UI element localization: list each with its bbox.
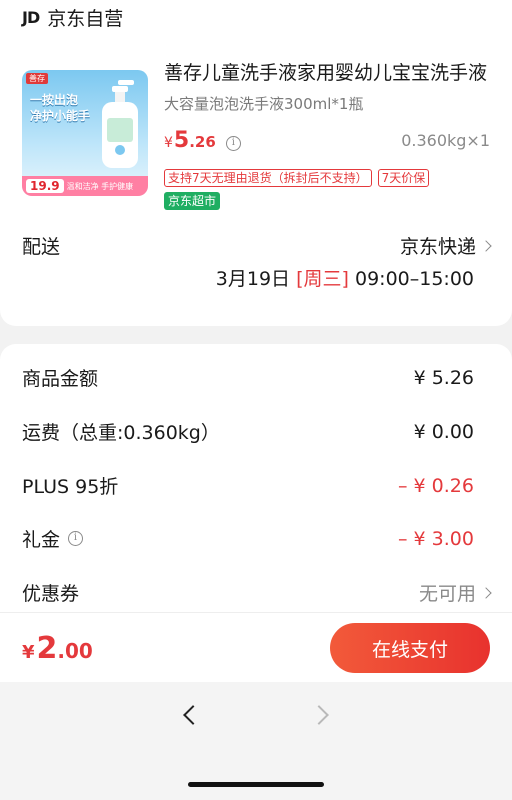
gift-money-label-wrap: 礼金 i: [22, 525, 84, 552]
info-icon[interactable]: i: [68, 531, 84, 546]
price-currency: ¥: [164, 135, 173, 151]
coupon-value-wrap: 无可用: [418, 579, 492, 606]
plus-discount-label: PLUS 95折: [22, 476, 119, 498]
coupon-label: 优惠券: [22, 583, 80, 605]
promo-price: 19.9: [26, 179, 64, 193]
chevron-right-icon: [480, 239, 492, 252]
gift-money-row: 礼金 i – ¥ 3.00: [22, 525, 474, 552]
goods-amount-value: ¥ 5.26: [413, 366, 474, 389]
shipping-method[interactable]: 京东快递: [399, 232, 492, 259]
product-title[interactable]: 善存儿童洗手液家用婴幼儿宝宝洗手液: [164, 58, 490, 85]
delivery-date: 3月19日: [215, 268, 291, 290]
freight-label: 运费（总重:0.360kg）: [22, 422, 220, 444]
freight-value: ¥ 0.00: [413, 420, 474, 443]
product-spec: 大容量泡泡洗手液300ml*1瓶: [164, 95, 364, 113]
back-arrow-icon[interactable]: [183, 705, 203, 725]
plus-discount-row: PLUS 95折 – ¥ 0.26: [22, 472, 474, 499]
bottle-illustration: [102, 80, 138, 168]
delivery-window: 09:00–15:00: [354, 268, 474, 290]
service-badges: 支持7天无理由退货（拆封后不支持） 7天价保: [164, 169, 430, 187]
total-amount: ¥ 2 .00: [22, 631, 93, 666]
payment-bar: ¥ 2 .00 在线支付: [0, 612, 512, 682]
pay-online-button[interactable]: 在线支付: [330, 623, 490, 673]
jd-supermarket-badge: 京东超市: [164, 192, 221, 210]
shop-name: 京东自营: [47, 7, 124, 30]
price-decimal: .26: [189, 133, 216, 151]
total-decimal: .00: [57, 639, 93, 663]
price-summary-card: 商品金额 ¥ 5.26 运费（总重:0.360kg） ¥ 0.00 PLUS 9…: [0, 344, 512, 624]
shipping-label: 配送: [22, 236, 61, 258]
gift-money-value: – ¥ 3.00: [398, 527, 474, 550]
gift-money-label: 礼金: [22, 529, 61, 551]
browser-toolbar: [0, 682, 512, 800]
delivery-weekday: [周三]: [296, 268, 349, 290]
goods-amount-row: 商品金额 ¥ 5.26: [22, 364, 474, 391]
info-icon[interactable]: i: [225, 136, 241, 151]
forward-arrow-icon[interactable]: [309, 705, 329, 725]
promo-slogan: 温和洁净 手护健康: [66, 181, 134, 191]
price-protect-badge: 7天价保: [377, 169, 430, 187]
return-policy-badge: 支持7天无理由退货（拆封后不支持）: [164, 169, 372, 187]
plus-discount-value: – ¥ 0.26: [398, 474, 474, 497]
coupon-value: 无可用: [418, 583, 476, 605]
product-image[interactable]: 善存 一按出泡 净护小能手 19.9 温和洁净 手护健康: [22, 70, 148, 196]
promo-bar: 19.9 温和洁净 手护健康: [22, 176, 148, 196]
order-product-card: JD 京东自营 善存 一按出泡 净护小能手 19.9 温和洁净 手护健康 善存儿…: [0, 0, 512, 326]
coupon-row[interactable]: 优惠券 无可用: [22, 579, 492, 606]
chevron-right-icon: [480, 586, 492, 599]
total-integer: 2: [36, 631, 58, 666]
product-weight: 0.360kg×1: [401, 131, 490, 150]
goods-amount-label: 商品金额: [22, 368, 99, 390]
jd-logo: JD: [22, 7, 40, 27]
home-indicator[interactable]: [188, 782, 324, 787]
total-currency: ¥: [22, 642, 35, 663]
brand-tag: 善存: [26, 73, 48, 84]
product-price: ¥ 5 .26 i: [164, 128, 241, 153]
shop-header[interactable]: JD 京东自营: [22, 4, 123, 30]
price-integer: 5: [173, 128, 190, 153]
shipping-method-value: 京东快递: [399, 236, 476, 258]
image-headline: 一按出泡 净护小能手: [30, 93, 91, 123]
freight-row: 运费（总重:0.360kg） ¥ 0.00: [22, 418, 474, 445]
delivery-time[interactable]: 3月19日 [周三] 09:00–15:00: [216, 264, 474, 291]
